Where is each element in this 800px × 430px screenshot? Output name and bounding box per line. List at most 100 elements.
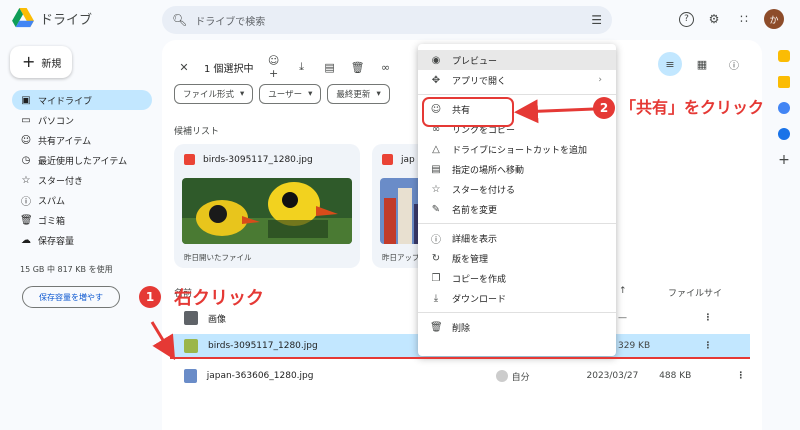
download-icon[interactable]: ⤓ <box>294 60 310 74</box>
copy-icon: ❐ <box>431 272 441 284</box>
filter-icon[interactable]: ≡ <box>658 52 682 76</box>
trash-icon: 🗑︎ <box>20 214 33 226</box>
owner-avatar <box>495 370 508 382</box>
info-icon: ⓘ <box>431 234 441 246</box>
get-more-storage-button[interactable]: 保存容量を増やす <box>22 286 120 308</box>
chip-label: 最終更新 <box>336 90 371 100</box>
menu-item-label: 指定の場所へ移動 <box>452 165 525 176</box>
move-icon[interactable]: ▤ <box>322 61 338 74</box>
sidebar-item-my-drive[interactable]: ▣ マイドライブ <box>12 90 152 110</box>
suggested-card-birds[interactable]: birds-3095117_1280.jpg 昨日開いたファイル <box>174 144 360 268</box>
menu-item-open-with[interactable]: ✥ アプリで開く › <box>418 70 616 90</box>
sidebar-item-recent[interactable]: ◷ 最近使用したアイテム <box>12 150 152 170</box>
menu-item-label: 名前を変更 <box>452 205 498 216</box>
menu-item-star[interactable]: ☆ スターを付ける <box>418 179 616 199</box>
selected-row-underline <box>170 357 750 359</box>
search-bar[interactable]: 🔍︎ ドライブで検索 ☰ <box>162 6 612 34</box>
suggested-label: 候補リスト <box>174 127 220 137</box>
delete-icon: 🗑︎ <box>430 321 443 333</box>
add-addon-icon[interactable]: + <box>778 153 790 167</box>
trash-icon[interactable]: 🗑︎ <box>350 61 366 74</box>
sidebar-item-shared[interactable]: ☺ 共有アイテム <box>12 130 152 150</box>
calendar-icon[interactable] <box>778 50 790 62</box>
menu-item-versions[interactable]: ↻ 版を管理 <box>418 248 616 268</box>
step-2-badge: 2 <box>593 97 615 119</box>
step-1-callout: 右クリック <box>174 288 264 309</box>
contacts-icon[interactable] <box>778 128 790 140</box>
menu-item-download[interactable]: ⤓ ダウンロード <box>418 288 616 308</box>
menu-item-move[interactable]: ▤ 指定の場所へ移動 <box>418 159 616 179</box>
rename-icon: ✎ <box>431 203 441 215</box>
app-name: ドライブ <box>40 12 93 28</box>
sort-arrow-icon[interactable]: ↑ <box>619 286 627 296</box>
sidebar-item-label: スパム <box>38 196 66 207</box>
sidebar-item-spam[interactable]: ⓘ スパム <box>12 190 152 210</box>
download-icon: ⤓ <box>433 292 439 304</box>
close-icon[interactable]: ✕ <box>176 61 192 74</box>
context-menu: ◉ プレビュー ✥ アプリで開く › ☺ 共有 ∞ リンクをコピー △ ドライブ… <box>418 44 616 356</box>
menu-item-label: 版を管理 <box>452 254 489 265</box>
storage-usage-text: 15 GB 中 817 KB を使用 <box>20 265 113 274</box>
filter-file-type[interactable]: ファイル形式 ▾ <box>174 84 254 104</box>
sidebar-item-label: 最近使用したアイテム <box>38 156 128 167</box>
table-row[interactable]: japan-363606_1280.jpg 自分 2023/03/27 488 … <box>172 364 750 388</box>
search-options-icon[interactable]: ☰ <box>591 13 602 27</box>
menu-item-make-copy[interactable]: ❐ コピーを作成 <box>418 268 616 288</box>
share-highlight-box <box>422 97 514 127</box>
row-owner: 自分 <box>416 370 587 383</box>
filter-user[interactable]: ユーザー ▾ <box>259 84 322 104</box>
share-person-icon[interactable]: ☺+ <box>266 54 282 80</box>
menu-item-delete[interactable]: 🗑︎ 削除 <box>418 317 616 337</box>
image-thumb-icon <box>184 339 198 353</box>
menu-item-add-shortcut[interactable]: △ ドライブにショートカットを追加 <box>418 139 616 159</box>
sidebar-item-starred[interactable]: ☆ スター付き <box>12 170 152 190</box>
column-size[interactable]: ファイルサイ <box>668 286 722 299</box>
row-name: japan-363606_1280.jpg <box>206 371 314 381</box>
help-icon[interactable]: ? <box>679 11 694 27</box>
more-actions-icon[interactable]: ⋮ <box>698 313 718 323</box>
sidebar-item-trash[interactable]: 🗑︎ ゴミ箱 <box>12 210 152 230</box>
drive-logo[interactable]: ドライブ <box>12 8 92 28</box>
my-drive-icon: ▣ <box>21 94 31 106</box>
info-icon[interactable]: ⓘ <box>722 52 746 76</box>
grid-view-icon[interactable]: ▦ <box>690 52 714 76</box>
sidebar-item-storage[interactable]: ☁ 保存容量 <box>12 230 152 250</box>
apps-grid-icon[interactable]: ∷ <box>734 9 754 29</box>
menu-item-label: アプリで開く <box>452 76 507 87</box>
folder-icon <box>184 311 198 325</box>
side-panel-rail: + <box>776 50 792 167</box>
avatar[interactable]: か <box>764 9 784 29</box>
more-actions-icon[interactable]: ⋮ <box>732 371 750 381</box>
sidebar-item-computers[interactable]: ▭ パソコン <box>12 110 152 130</box>
search-icon[interactable]: 🔍︎ <box>172 13 187 27</box>
sidebar-item-label: 共有アイテム <box>38 136 92 147</box>
link-icon[interactable]: ∞ <box>378 61 394 74</box>
cloud-icon: ☁ <box>21 234 31 246</box>
new-button[interactable]: + 新規 <box>10 46 72 78</box>
keep-icon[interactable] <box>778 76 790 88</box>
menu-item-label: プレビュー <box>452 56 498 67</box>
filter-last-modified[interactable]: 最終更新 ▾ <box>327 84 390 104</box>
menu-item-preview[interactable]: ◉ プレビュー <box>418 50 616 70</box>
row-size: 329 KB <box>618 341 651 351</box>
star-outline-icon: ☆ <box>431 183 441 195</box>
computer-icon: ▭ <box>21 114 31 126</box>
shared-icon: ☺ <box>20 134 32 146</box>
row-size: 488 KB <box>659 371 692 381</box>
search-input[interactable]: ドライブで検索 <box>195 13 583 28</box>
menu-item-label: スターを付ける <box>452 185 516 196</box>
more-actions-icon[interactable]: ⋮ <box>698 341 718 351</box>
menu-item-label: ダウンロード <box>452 294 507 305</box>
sidebar-nav: ▣ マイドライブ ▭ パソコン ☺ 共有アイテム ◷ 最近使用したアイテム ☆ … <box>12 90 152 250</box>
tasks-icon[interactable] <box>778 102 790 114</box>
settings-gear-icon[interactable]: ⚙ <box>704 9 724 29</box>
star-icon: ☆ <box>21 174 31 186</box>
menu-item-details[interactable]: ⓘ 詳細を表示 <box>418 228 616 248</box>
menu-item-rename[interactable]: ✎ 名前を変更 <box>418 199 616 219</box>
row-name: birds-3095117_1280.jpg <box>208 341 318 351</box>
filter-chips: ファイル形式 ▾ ユーザー ▾ 最終更新 ▾ <box>174 84 390 104</box>
step-2-callout: 「共有」をクリック <box>620 98 765 117</box>
new-button-label: 新規 <box>41 58 62 70</box>
sidebar-item-label: パソコン <box>38 116 75 127</box>
sidebar-item-label: 保存容量 <box>38 236 75 247</box>
